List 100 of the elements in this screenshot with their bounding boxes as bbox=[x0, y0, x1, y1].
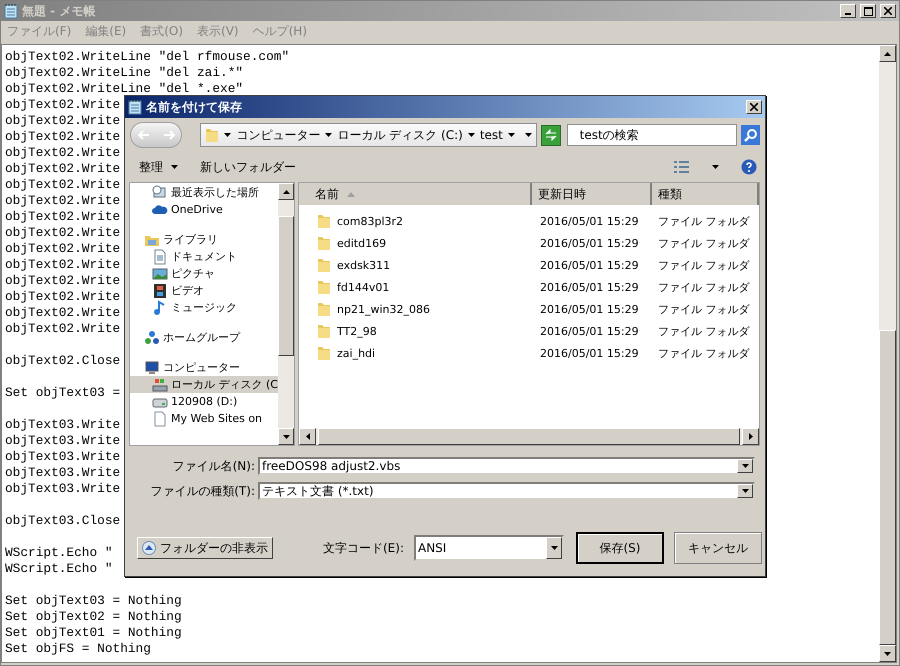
back-forward-buttons[interactable] bbox=[130, 122, 182, 148]
maximize-icon bbox=[864, 6, 872, 16]
file-row[interactable]: editd169 2016/05/01 15:29 ファイル フォルダ bbox=[299, 232, 759, 254]
file-name-field[interactable]: freeDOS98 adjust2.vbs bbox=[260, 459, 737, 473]
scrollbar[interactable] bbox=[879, 45, 896, 662]
scroll-thumb[interactable] bbox=[879, 330, 896, 645]
dropdown-button[interactable] bbox=[546, 537, 562, 559]
encoding-select[interactable]: ANSI bbox=[416, 541, 546, 555]
close-button[interactable] bbox=[880, 4, 896, 18]
recent-places-icon bbox=[152, 184, 168, 200]
dropdown-button[interactable] bbox=[737, 484, 753, 498]
code-line: objText03.Write bbox=[5, 481, 120, 497]
nav-item[interactable]: ホームグループ bbox=[130, 329, 278, 346]
minimize-button[interactable] bbox=[840, 4, 856, 18]
modified-date: 2016/05/01 15:29 bbox=[539, 302, 640, 316]
back-arrow-icon bbox=[138, 130, 150, 140]
view-icon[interactable] bbox=[674, 161, 690, 173]
maximize-button[interactable] bbox=[860, 4, 876, 18]
breadcrumb-item[interactable]: コンピューター bbox=[236, 126, 320, 144]
folder-icon bbox=[205, 127, 220, 143]
scrollbar[interactable] bbox=[278, 183, 294, 445]
code-line: objText02.Write bbox=[5, 305, 120, 321]
nav-item[interactable]: 120908 (D:) bbox=[130, 393, 278, 410]
code-line: objText02.Close bbox=[5, 353, 120, 369]
dropdown-caret-icon bbox=[524, 133, 532, 137]
scroll-right-button[interactable] bbox=[742, 428, 759, 445]
scroll-down-button[interactable] bbox=[879, 645, 896, 662]
refresh-icon bbox=[544, 129, 558, 141]
address-bar[interactable]: コンピューター ローカル ディスク (C:) test bbox=[200, 123, 537, 147]
search-box[interactable]: testの検索 bbox=[566, 124, 738, 146]
item-type: ファイル フォルダ bbox=[657, 258, 751, 272]
file-row[interactable]: fd144v01 2016/05/01 15:29 ファイル フォルダ bbox=[299, 276, 759, 298]
folder-icon bbox=[317, 213, 331, 229]
file-row[interactable]: exdsk311 2016/05/01 15:29 ファイル フォルダ bbox=[299, 254, 759, 276]
item-type: ファイル フォルダ bbox=[657, 214, 751, 228]
nav-item[interactable]: ドキュメント bbox=[130, 248, 278, 265]
cancel-button[interactable]: キャンセル bbox=[674, 532, 762, 564]
scroll-up-button[interactable] bbox=[879, 45, 896, 62]
code-line: objText02.Write bbox=[5, 241, 120, 257]
file-row[interactable]: TT2_98 2016/05/01 15:29 ファイル フォルダ bbox=[299, 320, 759, 342]
modified-date: 2016/05/01 15:29 bbox=[539, 280, 640, 294]
up-arrow-icon bbox=[282, 190, 290, 194]
file-type-select[interactable]: テキスト文書 (*.txt) bbox=[260, 484, 737, 498]
code-line: objText02.Write bbox=[5, 129, 120, 145]
breadcrumb-item[interactable]: ローカル ディスク (C:) bbox=[337, 126, 463, 144]
save-button[interactable]: 保存(S) bbox=[576, 532, 664, 564]
breadcrumb-item[interactable]: test bbox=[480, 128, 503, 142]
encoding-combo[interactable]: ANSI bbox=[414, 535, 564, 561]
item-type: ファイル フォルダ bbox=[657, 324, 751, 338]
scroll-up-button[interactable] bbox=[278, 183, 294, 200]
file-row[interactable]: np21_win32_086 2016/05/01 15:29 ファイル フォルダ bbox=[299, 298, 759, 320]
code-line: objText02.Write bbox=[5, 145, 120, 161]
file-type-label: ファイルの種類(T): bbox=[149, 482, 255, 500]
column-header[interactable]: 種類 bbox=[652, 183, 759, 205]
nav-item[interactable]: ライブラリ bbox=[130, 231, 278, 248]
scroll-down-button[interactable] bbox=[278, 428, 294, 445]
refresh-button[interactable] bbox=[540, 124, 561, 146]
scroll-thumb[interactable] bbox=[278, 216, 294, 356]
item-type: ファイル フォルダ bbox=[657, 236, 751, 250]
column-header[interactable]: 名前 bbox=[299, 183, 532, 205]
code-line: objText02.Write bbox=[5, 273, 120, 289]
nav-item[interactable]: 最近表示した場所 bbox=[130, 184, 278, 201]
nav-item[interactable]: ビデオ bbox=[130, 282, 278, 299]
search-button[interactable] bbox=[741, 125, 760, 145]
caret-icon bbox=[171, 165, 178, 169]
modified-date: 2016/05/01 15:29 bbox=[539, 214, 640, 228]
file-type-combo[interactable]: テキスト文書 (*.txt) bbox=[258, 482, 755, 500]
nav-item[interactable]: My Web Sites on bbox=[130, 410, 278, 427]
dropdown-button[interactable] bbox=[737, 459, 753, 473]
file-row[interactable]: com83pl3r2 2016/05/01 15:29 ファイル フォルダ bbox=[299, 210, 759, 232]
folder-icon bbox=[317, 323, 331, 339]
file-name: TT2_98 bbox=[337, 324, 377, 338]
web-folder-icon bbox=[152, 410, 168, 426]
code-line: objText03.Close bbox=[5, 513, 120, 529]
folder-icon bbox=[317, 345, 331, 361]
breadcrumb-caret-icon bbox=[468, 133, 475, 137]
nav-item[interactable]: コンピューター bbox=[130, 359, 278, 376]
file-name-combo[interactable]: freeDOS98 adjust2.vbs bbox=[258, 457, 755, 475]
notepad-icon bbox=[128, 99, 142, 115]
nav-item[interactable]: ミュージック bbox=[130, 299, 278, 316]
code-line: objText02.Write bbox=[5, 177, 120, 193]
file-name: com83pl3r2 bbox=[337, 214, 404, 228]
code-line: objText02.Write bbox=[5, 113, 120, 129]
close-icon bbox=[884, 7, 892, 15]
code-line: Set objText02 = Nothing bbox=[5, 609, 182, 625]
nav-item[interactable]: ローカル ディスク (C bbox=[130, 376, 278, 393]
nav-item[interactable]: OneDrive bbox=[130, 201, 278, 218]
file-row[interactable]: zai_hdi 2016/05/01 15:29 ファイル フォルダ bbox=[299, 342, 759, 364]
nav-item[interactable]: ピクチャ bbox=[130, 265, 278, 282]
notepad-icon bbox=[4, 3, 18, 19]
close-button[interactable] bbox=[746, 100, 762, 114]
file-name: exdsk311 bbox=[337, 258, 390, 272]
organize-button[interactable]: 整理 bbox=[139, 158, 178, 176]
view-caret-icon bbox=[712, 165, 719, 169]
column-header[interactable]: 更新日時 bbox=[532, 183, 652, 205]
scroll-left-button[interactable] bbox=[299, 428, 316, 445]
new-folder-button[interactable]: 新しいフォルダー bbox=[200, 158, 296, 176]
help-icon[interactable] bbox=[741, 159, 757, 175]
encoding-label: 文字コード(E): bbox=[323, 540, 404, 556]
hide-folders-button[interactable]: フォルダーの非表示 bbox=[137, 537, 273, 559]
